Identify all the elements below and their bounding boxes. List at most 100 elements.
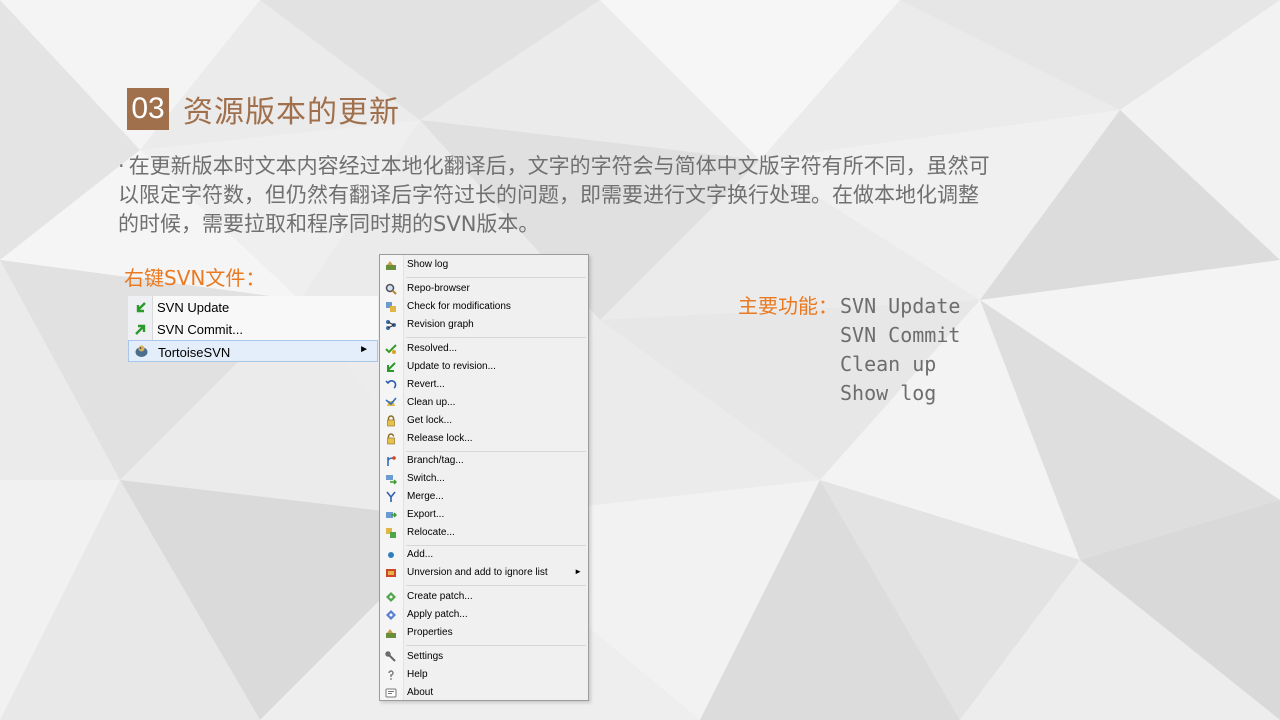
menu-item-label: Clean up... [407,397,456,408]
menu-separator [406,545,586,546]
export-icon [384,509,397,522]
add-icon [384,549,397,562]
help-icon [384,669,397,682]
menu-item-label: Settings [407,651,444,662]
menu-item-label: TortoiseSVN [158,345,231,360]
menu-item-label: Repo-browser [407,283,470,294]
main-features: 主要功能： SVN Update SVN Commit Clean up Sho… [738,292,960,408]
menu-item-label: Release lock... [407,433,473,444]
revert-icon [384,379,397,392]
submenu-arrow-icon: ► [359,344,369,355]
menu-item-resolved[interactable]: Resolved... [380,341,588,358]
show-log-icon [384,259,397,272]
menu-item-help[interactable]: Help [380,667,588,684]
feature-item: SVN Update [840,294,961,318]
settings-icon [384,651,397,664]
branch-icon [384,455,397,468]
menu-item-svn-commit[interactable]: SVN Commit... [128,318,378,340]
menu-item-label: About [407,687,434,698]
body-paragraph: · 在更新版本时文本内容经过本地化翻译后，文字的字符会与简体中文版字符有所不同，虽… [118,152,998,239]
check-modifications-icon [384,301,397,314]
right-click-label: 右键SVN文件： [124,266,266,290]
revision-graph-icon [384,319,397,332]
menu-item-show-log[interactable]: Show log [380,257,588,274]
menu-item-about[interactable]: About [380,685,588,702]
menu-item-label: Revert... [407,379,445,390]
menu-item-label: Add... [407,549,434,560]
explorer-context-menu: SVN Update SVN Commit... TortoiseSVN ► [128,296,378,362]
section-number: 03 [127,88,169,130]
repo-browser-icon [384,283,397,296]
merge-icon [384,491,397,504]
relocate-icon [384,527,397,540]
features-list: SVN Update SVN Commit Clean up Show log [840,292,960,408]
feature-item: Show log [840,381,937,405]
about-icon [384,687,397,700]
create-patch-icon [384,591,397,604]
menu-item-clean-up[interactable]: Clean up... [380,395,588,412]
menu-item-label: Export... [407,509,445,520]
menu-item-check-modifications[interactable]: Check for modifications [380,299,588,316]
menu-item-settings[interactable]: Settings [380,649,588,666]
menu-item-repo-browser[interactable]: Repo-browser [380,281,588,298]
menu-item-tortoisesvn[interactable]: TortoiseSVN ► [128,340,378,362]
page-title: 资源版本的更新 [183,95,400,130]
menu-item-apply-patch[interactable]: Apply patch... [380,607,588,624]
menu-separator [406,337,586,338]
clean-up-icon [384,397,397,410]
update-revision-icon [384,361,397,374]
ignore-icon [384,567,397,580]
menu-item-label: Properties [407,627,453,638]
menu-item-export[interactable]: Export... [380,507,588,524]
menu-item-label: Revision graph [407,319,474,330]
menu-item-label: Update to revision... [407,361,496,372]
menu-item-switch[interactable]: Switch... [380,471,588,488]
menu-item-add[interactable]: Add... [380,547,588,564]
bullet: · [118,154,125,178]
menu-item-label: Show log [407,259,449,270]
lock-icon [384,415,397,428]
svn-update-icon [132,299,148,315]
menu-item-label: SVN Update [157,300,230,315]
menu-item-relocate[interactable]: Relocate... [380,525,588,542]
menu-item-label: Create patch... [407,591,473,602]
menu-item-create-patch[interactable]: Create patch... [380,589,588,606]
menu-item-label: Get lock... [407,415,453,426]
menu-item-label: Branch/tag... [407,455,464,466]
features-label: 主要功能： [738,294,838,318]
resolved-icon [384,343,397,356]
menu-item-revision-graph[interactable]: Revision graph [380,317,588,334]
svn-commit-icon [132,321,148,337]
menu-item-label: Switch... [407,473,445,484]
menu-item-label: Unversion and add to ignore list [407,567,548,578]
feature-item: SVN Commit [840,323,961,347]
tortoisesvn-submenu: Show log Repo-browser Check for modifica… [379,254,589,701]
feature-item: Clean up [840,352,937,376]
menu-separator [406,645,586,646]
menu-item-unversion-ignore[interactable]: Unversion and add to ignore list ► [380,565,588,582]
menu-item-label: Merge... [407,491,444,502]
switch-icon [384,473,397,486]
menu-item-get-lock[interactable]: Get lock... [380,413,588,430]
menu-item-svn-update[interactable]: SVN Update [128,296,378,318]
menu-item-branch-tag[interactable]: Branch/tag... [380,453,588,470]
menu-separator [406,277,586,278]
submenu-arrow-icon: ► [574,567,582,576]
menu-item-release-lock[interactable]: Release lock... [380,431,588,448]
menu-item-label: Check for modifications [407,301,511,312]
menu-item-label: Resolved... [407,343,458,354]
menu-separator [406,451,586,452]
menu-item-revert[interactable]: Revert... [380,377,588,394]
properties-icon [384,627,397,640]
menu-item-label: Apply patch... [407,609,468,620]
menu-item-label: Help [407,669,428,680]
tortoise-icon [133,343,149,359]
menu-item-merge[interactable]: Merge... [380,489,588,506]
paragraph-text: 在更新版本时文本内容经过本地化翻译后，文字的字符会与简体中文版字符有所不同，虽然… [118,154,990,236]
menu-item-properties[interactable]: Properties [380,625,588,642]
menu-item-label: Relocate... [407,527,455,538]
unlock-icon [384,433,397,446]
menu-item-update-revision[interactable]: Update to revision... [380,359,588,376]
menu-separator [406,585,586,586]
menu-item-label: SVN Commit... [157,322,243,337]
